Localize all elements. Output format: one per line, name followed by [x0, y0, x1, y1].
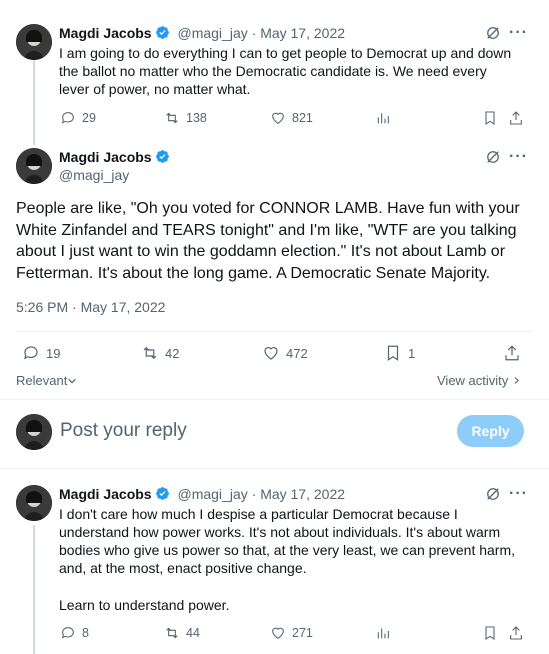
thread-connector	[33, 525, 35, 654]
separator-dot: ·	[251, 486, 261, 502]
retweet-action[interactable]: 42	[141, 344, 179, 362]
tweet-date[interactable]: May 17, 2022	[260, 486, 345, 502]
retweet-action[interactable]: 44	[164, 625, 200, 641]
retweet-icon	[166, 112, 178, 124]
views-action[interactable]	[375, 110, 391, 126]
relevant-sort[interactable]: Relevant	[16, 373, 77, 388]
divider	[0, 399, 549, 400]
bookmark-icon	[485, 111, 495, 125]
bookmark-action[interactable]	[482, 625, 498, 641]
thread-connector	[33, 60, 35, 145]
my-avatar[interactable]	[16, 414, 52, 450]
relevant-label: Relevant	[16, 373, 68, 388]
reply-icon	[61, 627, 74, 639]
chevron-right-icon	[514, 377, 519, 384]
retweet-count: 42	[165, 345, 180, 361]
reply-icon	[61, 112, 74, 124]
retweet-count: 138	[186, 111, 207, 125]
share-action[interactable]	[508, 110, 524, 126]
divider	[0, 468, 549, 469]
reply-action[interactable]: 29	[60, 110, 96, 126]
tweet-text-paragraph-2: Learn to understand power.	[59, 597, 230, 613]
author-name[interactable]: Magdi Jacobs	[59, 149, 152, 165]
separator-dot: ·	[251, 25, 261, 41]
views-action[interactable]	[375, 625, 391, 641]
more-icon[interactable]: ···	[509, 485, 528, 503]
like-count: 472	[286, 345, 308, 361]
author-handle[interactable]: @magi_jay	[177, 25, 247, 41]
reply-count: 29	[82, 111, 96, 125]
share-icon	[505, 345, 519, 361]
retweet-icon	[143, 346, 157, 360]
reply-action[interactable]: 19	[22, 344, 60, 362]
avatar[interactable]	[16, 148, 52, 184]
tweet-text: I am going to do everything I can to get…	[59, 45, 512, 97]
like-icon	[272, 627, 284, 639]
views-icon	[377, 628, 389, 639]
verified-badge-icon	[155, 150, 169, 163]
reply-count: 8	[82, 626, 89, 640]
more-icon[interactable]: ···	[509, 148, 528, 166]
like-action[interactable]: 821	[270, 110, 313, 126]
chevron-down-icon	[68, 378, 77, 384]
like-action[interactable]: 472	[262, 344, 308, 362]
main-tweet-text: People are like, "Oh you voted for CONNO…	[16, 200, 520, 282]
bookmark-icon	[387, 345, 399, 361]
share-icon	[510, 626, 522, 640]
like-count: 821	[292, 111, 313, 125]
tweet-header: Magdi Jacobs @magi_jay · May 17, 2022	[59, 486, 345, 502]
retweet-icon	[166, 627, 178, 639]
verified-badge-icon	[155, 487, 169, 500]
avatar[interactable]	[16, 485, 52, 521]
verified-badge-icon	[155, 26, 169, 39]
author-handle[interactable]: @magi_jay	[59, 167, 129, 183]
reply-icon	[24, 346, 38, 360]
grok-icon[interactable]	[484, 148, 502, 171]
share-action[interactable]	[503, 344, 521, 362]
tweet-text: I don't care how much I despise a partic…	[59, 506, 516, 576]
reply-action[interactable]: 8	[60, 625, 89, 641]
avatar[interactable]	[16, 24, 52, 60]
tweet-timestamp[interactable]: 5:26 PM · May 17, 2022	[16, 299, 165, 315]
more-icon[interactable]: ···	[509, 24, 528, 42]
bookmark-count: 1	[408, 345, 416, 361]
view-activity-link[interactable]: View activity	[437, 373, 521, 388]
bookmark-action[interactable]: 1	[384, 344, 415, 362]
share-action[interactable]	[508, 625, 524, 641]
reply-button[interactable]: Reply	[457, 415, 524, 447]
view-activity-label: View activity	[437, 373, 509, 388]
like-icon	[272, 112, 284, 124]
reply-count: 19	[46, 345, 61, 361]
bookmark-action[interactable]	[482, 110, 498, 126]
share-icon	[510, 111, 522, 125]
author-name[interactable]: Magdi Jacobs	[59, 486, 152, 502]
tweet-date[interactable]: May 17, 2022	[260, 25, 345, 41]
tweet-header: Magdi Jacobs @magi_jay · May 17, 2022	[59, 25, 345, 41]
retweet-action[interactable]: 138	[164, 110, 207, 126]
bookmark-icon	[485, 626, 495, 640]
retweet-count: 44	[186, 626, 200, 640]
author-name[interactable]: Magdi Jacobs	[59, 25, 152, 41]
views-icon	[377, 113, 389, 124]
divider	[16, 331, 533, 332]
author-handle[interactable]: @magi_jay	[177, 486, 247, 502]
main-author: Magdi Jacobs	[59, 149, 170, 165]
reply-input[interactable]: Post your reply	[60, 420, 440, 442]
like-count: 271	[292, 626, 313, 640]
like-action[interactable]: 271	[270, 625, 313, 641]
like-icon	[264, 347, 278, 360]
